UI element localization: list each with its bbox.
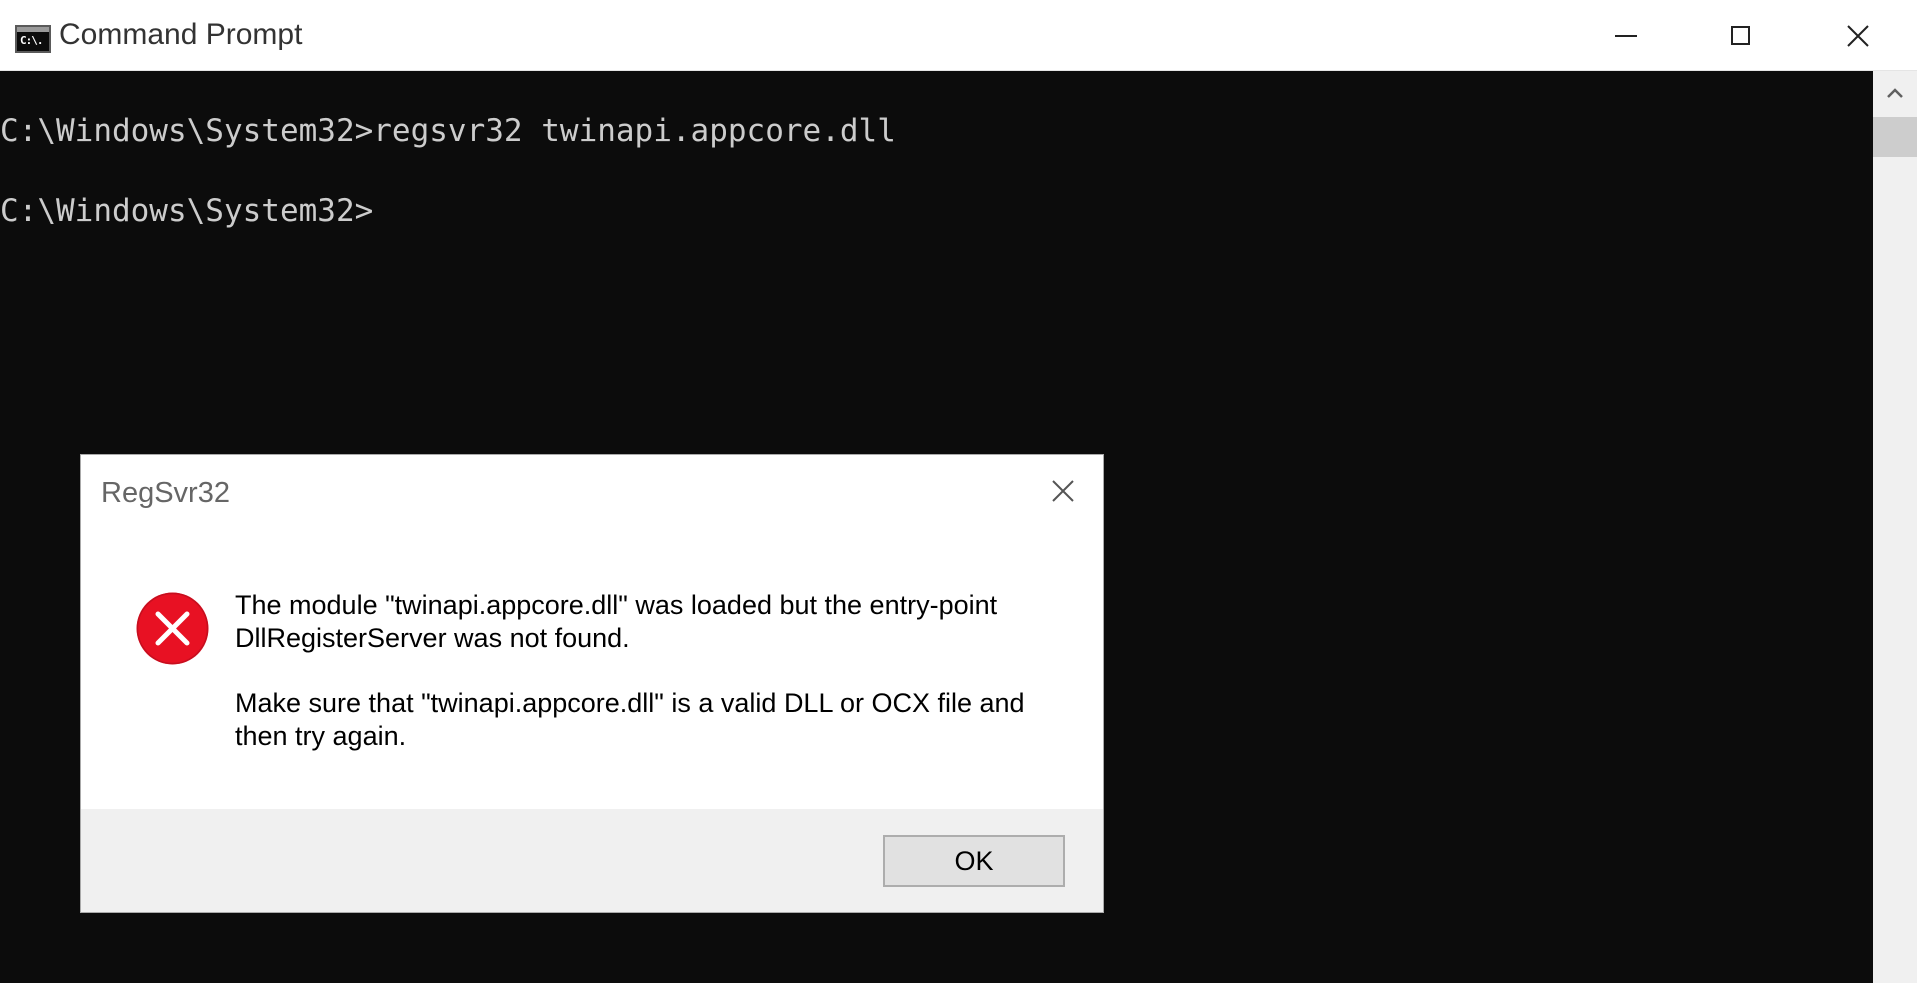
scroll-up-button[interactable] [1873,71,1917,115]
maximize-button[interactable] [1683,0,1798,71]
error-message: The module "twinapi.appcore.dll" was loa… [235,590,998,653]
chevron-up-icon [1887,88,1903,98]
error-hint: Make sure that "twinapi.appcore.dll" is … [235,688,1025,751]
console-prompt-line: C:\Windows\System32> [0,193,374,229]
regsvr32-dialog: RegSvr32 The module "twinapi.appcore.dll… [80,454,1104,913]
error-icon [136,592,209,665]
maximize-icon [1731,26,1750,45]
dialog-message: The module "twinapi.appcore.dll" was loa… [235,589,1055,753]
command-prompt-icon: C:\. [15,25,51,53]
close-button[interactable] [1798,0,1917,71]
scroll-thumb[interactable] [1873,117,1917,157]
close-icon [1052,480,1074,502]
close-icon [1846,24,1869,47]
dialog-close-button[interactable] [1043,471,1083,511]
ok-button[interactable]: OK [883,835,1065,887]
minimize-icon [1614,34,1637,37]
vertical-scrollbar[interactable] [1873,71,1917,983]
minimize-button[interactable] [1568,0,1683,71]
dialog-title: RegSvr32 [101,477,230,509]
window-title: Command Prompt [59,18,303,51]
title-bar: C:\. Command Prompt [0,0,1917,71]
console-line: C:\Windows\System32>regsvr32 twinapi.app… [0,113,896,149]
